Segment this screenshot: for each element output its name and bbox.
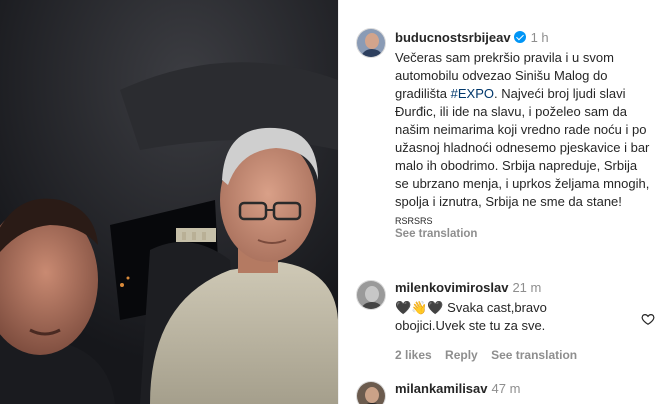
flag-emoji-line: RSRSRS (395, 216, 433, 226)
comment-username[interactable]: milenkovimiroslav (395, 280, 508, 295)
verified-badge-icon (513, 31, 526, 43)
post-username[interactable]: buducnostsrbijeav (395, 30, 511, 45)
post-caption: Večeras sam prekršio pravila i u svom au… (395, 49, 651, 211)
avatar-image (357, 281, 385, 309)
comment-likes[interactable]: 2 likes (395, 348, 432, 362)
comment-username[interactable]: milankamilisav (395, 381, 488, 396)
caption-text-2: . Najveći broj ljudi slavi Đurđic, ili i… (395, 86, 650, 209)
post-time[interactable]: 1 h (531, 30, 549, 45)
video-frame (0, 0, 338, 404)
see-translation-link[interactable]: See translation (491, 348, 577, 362)
commenter-avatar[interactable] (356, 381, 386, 404)
post-caption-block: buducnostsrbijeav 1 h Večeras sam prekrši… (395, 30, 653, 240)
see-translation-link[interactable]: See translation (395, 228, 653, 240)
comment-text: 🖤👋🖤 Svaka cast,bravo obojici.Uvek ste tu… (395, 300, 547, 333)
comment-time[interactable]: 21 m (512, 280, 541, 295)
comments-panel: buducnostsrbijeav 1 h Večeras sam prekrši… (338, 0, 657, 404)
reply-button[interactable]: Reply (445, 348, 478, 362)
avatar-image (357, 29, 385, 57)
comment-body: milenkovimiroslav 21 m 🖤👋🖤 Svaka cast,bra… (395, 279, 625, 362)
commenter-avatar[interactable] (356, 280, 386, 310)
comment-actions: 2 likes Reply See translation (395, 348, 625, 362)
hashtag-link[interactable]: #EXPO (451, 86, 494, 101)
author-avatar[interactable] (356, 28, 386, 58)
avatar-image (357, 382, 385, 404)
comment-time[interactable]: 47 m (492, 381, 521, 396)
video-player[interactable] (0, 0, 338, 404)
post-header: buducnostsrbijeav 1 h (395, 30, 653, 46)
like-heart-icon[interactable] (641, 312, 655, 326)
comment-body: milankamilisav 47 m (395, 380, 625, 398)
